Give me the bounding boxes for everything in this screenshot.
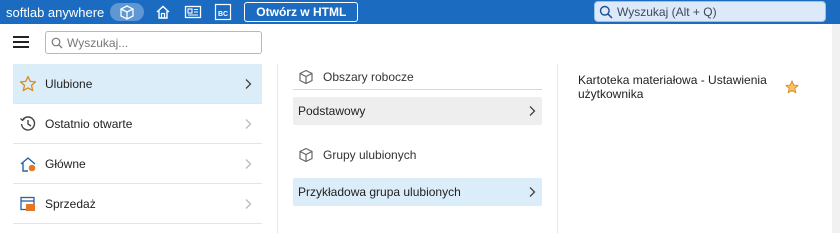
news-button[interactable] <box>182 2 204 22</box>
svg-text:BC: BC <box>218 11 228 18</box>
menu-search-input[interactable] <box>67 35 247 50</box>
news-icon <box>185 5 202 19</box>
workspace-item-podstawowy[interactable]: Podstawowy <box>293 97 542 125</box>
chevron-right-icon <box>245 198 252 209</box>
open-in-html-button[interactable]: Otwórz w HTML <box>244 2 359 22</box>
bc-button[interactable]: BC <box>212 2 234 22</box>
chevron-right-icon <box>245 78 252 89</box>
workspaces-toggle[interactable] <box>110 3 145 21</box>
menu-item-label: Sprzedaż <box>45 196 96 211</box>
history-icon <box>19 115 37 133</box>
top-bar: softlab anywhere BC Otwórz w HTML <box>0 0 840 24</box>
workspaces-header-label: Obszary robocze <box>323 69 414 84</box>
workspaces-section-header: Obszary robocze <box>293 64 542 90</box>
menu-item-label: Ulubione <box>45 76 93 91</box>
home-icon <box>156 5 170 19</box>
search-icon <box>51 37 63 48</box>
home-icon <box>19 155 37 173</box>
column-divider <box>557 64 558 233</box>
workspaces-icon <box>299 147 313 163</box>
menu-hamburger-icon[interactable] <box>13 36 29 48</box>
app-brand[interactable]: softlab anywhere <box>6 5 104 20</box>
home-button[interactable] <box>152 2 174 22</box>
workspaces-icon <box>299 69 313 84</box>
menu-item-sprzedaz[interactable]: Sprzedaż <box>13 184 262 224</box>
scrollbar[interactable] <box>832 24 840 233</box>
favorite-group-label: Przykładowa grupa ulubionych <box>298 185 461 199</box>
global-search[interactable] <box>594 1 826 22</box>
chevron-right-icon <box>529 106 536 116</box>
favorite-groups-section-header: Grupy ulubionych <box>293 142 542 168</box>
workspace-item-label: Podstawowy <box>298 104 366 118</box>
favorites-panel: Obszary robocze Podstawowy Grupy ulubion… <box>293 64 542 206</box>
groups-header-label: Grupy ulubionych <box>323 148 417 162</box>
menu-search[interactable] <box>45 31 262 54</box>
favorite-star-icon[interactable] <box>785 80 799 94</box>
menu-categories: Ulubione Ostatnio otwarte Główne Sprzeda… <box>13 64 262 224</box>
menu-item-label: Ostatnio otwarte <box>45 116 133 131</box>
menu-item-ostatnio-otwarte[interactable]: Ostatnio otwarte <box>13 104 262 144</box>
workspaces-icon <box>120 5 134 20</box>
chevron-right-icon <box>245 158 252 169</box>
chevron-right-icon <box>245 118 252 129</box>
menu-item-glowne[interactable]: Główne <box>13 144 262 184</box>
column-divider <box>277 64 278 233</box>
chevron-right-icon <box>529 187 536 197</box>
sales-icon <box>19 195 37 213</box>
search-icon <box>599 5 613 19</box>
favorite-item-link[interactable]: Kartoteka materiałowa - Ustawienia użytk… <box>578 73 778 101</box>
star-icon <box>19 75 37 93</box>
menu-item-label: Główne <box>45 156 86 171</box>
global-search-input[interactable] <box>617 4 817 19</box>
menu-item-ulubione[interactable]: Ulubione <box>13 64 262 104</box>
favorite-group-item[interactable]: Przykładowa grupa ulubionych <box>293 178 542 206</box>
bc-icon: BC <box>215 3 232 21</box>
